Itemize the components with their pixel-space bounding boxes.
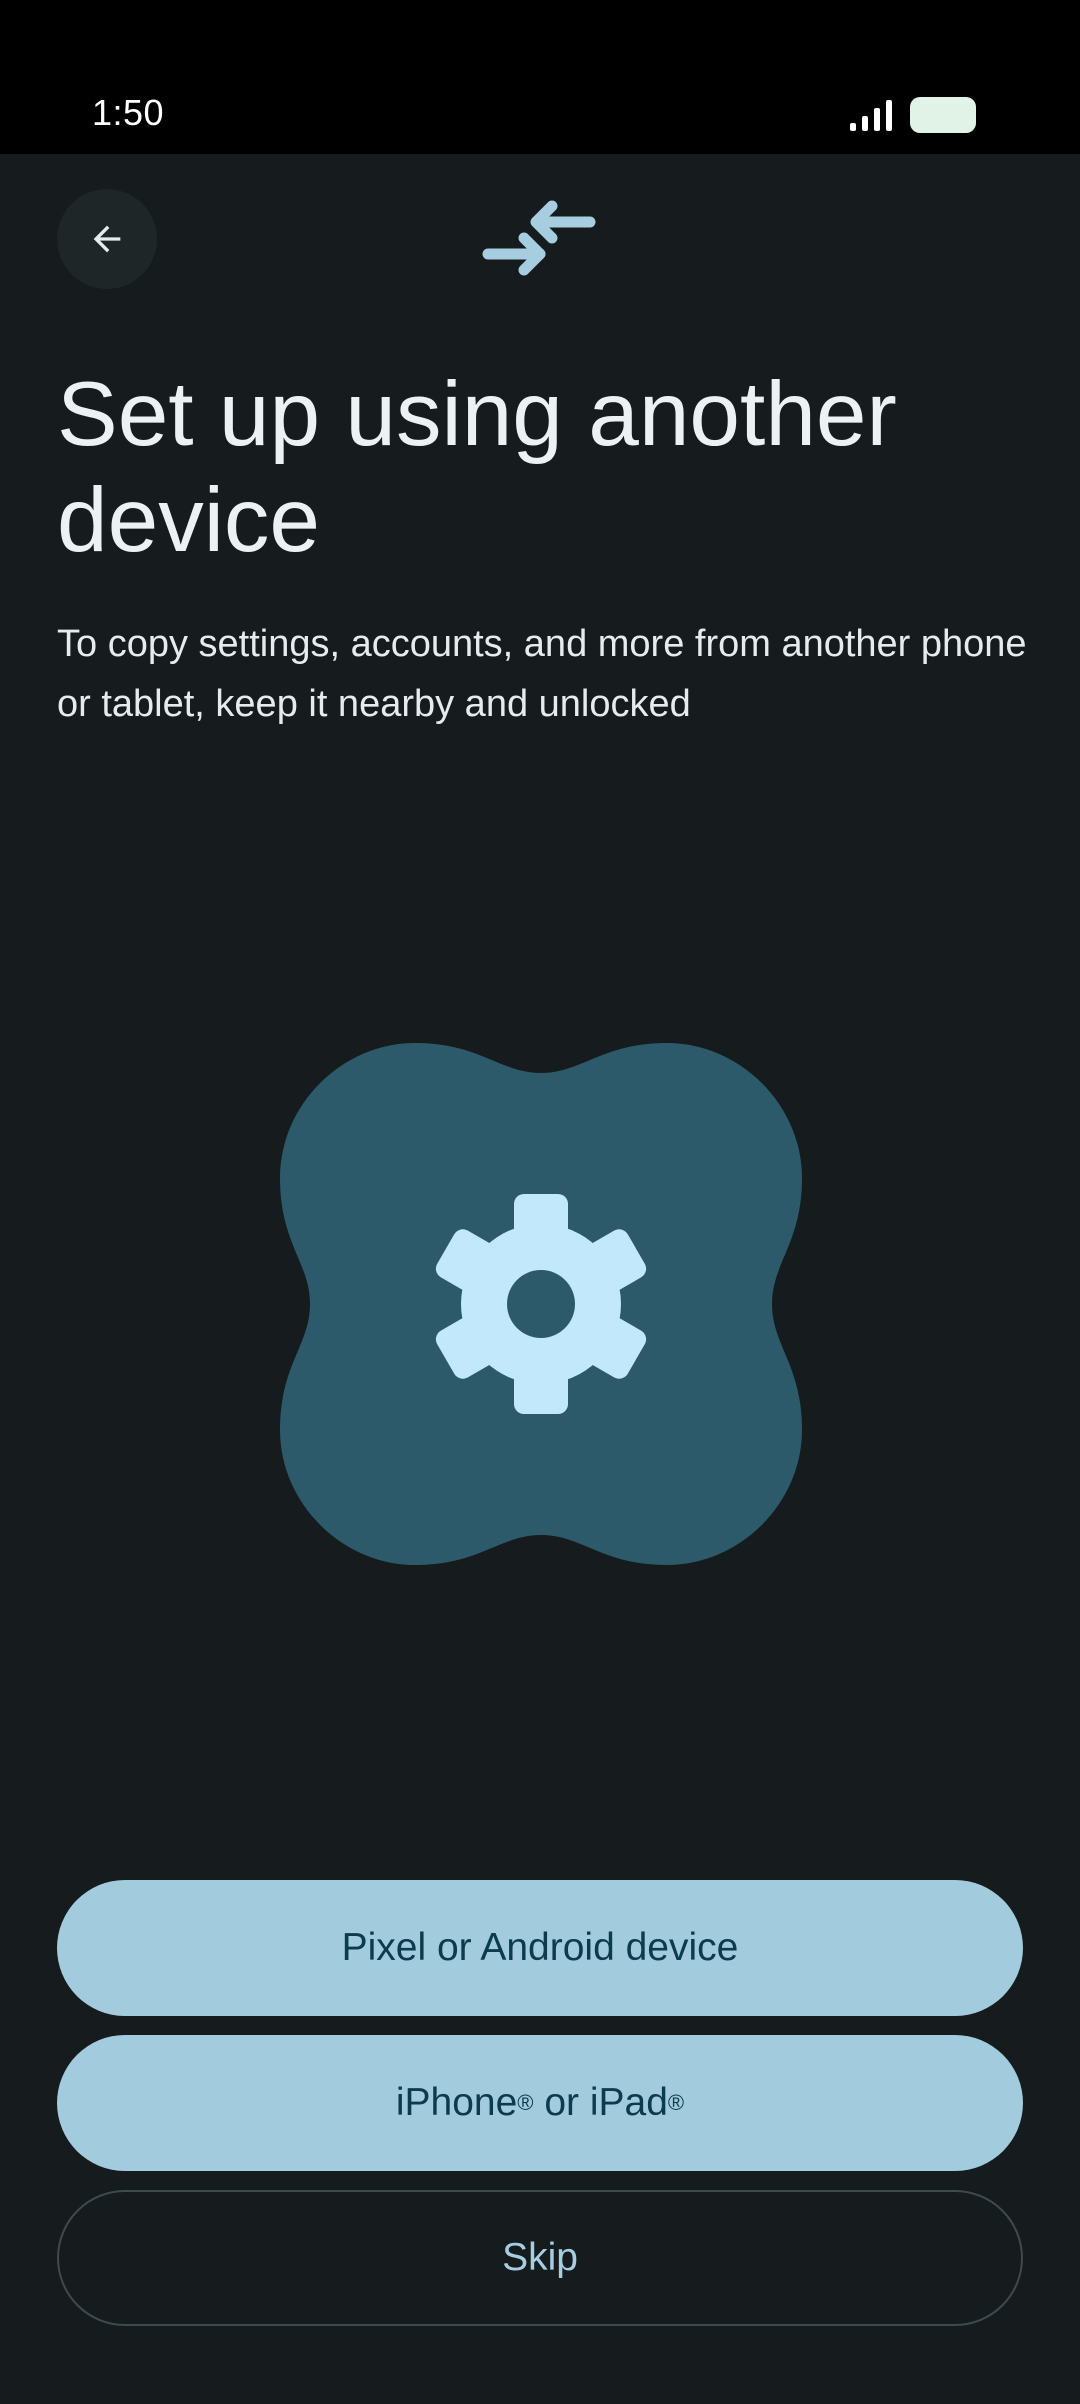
gear-illustration: [280, 1043, 802, 1565]
battery-icon: [910, 97, 976, 133]
or-label: or: [533, 2081, 590, 2124]
pixel-android-button[interactable]: Pixel or Android device: [57, 1880, 1023, 2016]
pixel-android-label: Pixel or Android device: [341, 1926, 739, 1969]
arrows-converge-icon: [482, 200, 596, 276]
page-title: Set up using another device: [57, 364, 897, 571]
ipad-label: iPad: [589, 2081, 668, 2124]
back-button[interactable]: [57, 189, 157, 289]
iphone-label: iPhone: [395, 2081, 518, 2124]
skip-label: Skip: [502, 2236, 578, 2279]
status-time: 1:50: [92, 92, 165, 133]
signal-icon: [850, 100, 892, 131]
registered-mark: ®: [517, 2090, 534, 2115]
arrow-left-icon: [93, 225, 121, 253]
registered-mark: ®: [667, 2090, 685, 2115]
status-bar: 1:50: [0, 0, 1080, 154]
iphone-ipad-button[interactable]: iPhone ® or iPad ®: [57, 2035, 1023, 2171]
page-subtitle: To copy settings, accounts, and more fro…: [57, 623, 1027, 725]
skip-button[interactable]: Skip: [57, 2190, 1023, 2326]
status-icons: [848, 97, 976, 133]
